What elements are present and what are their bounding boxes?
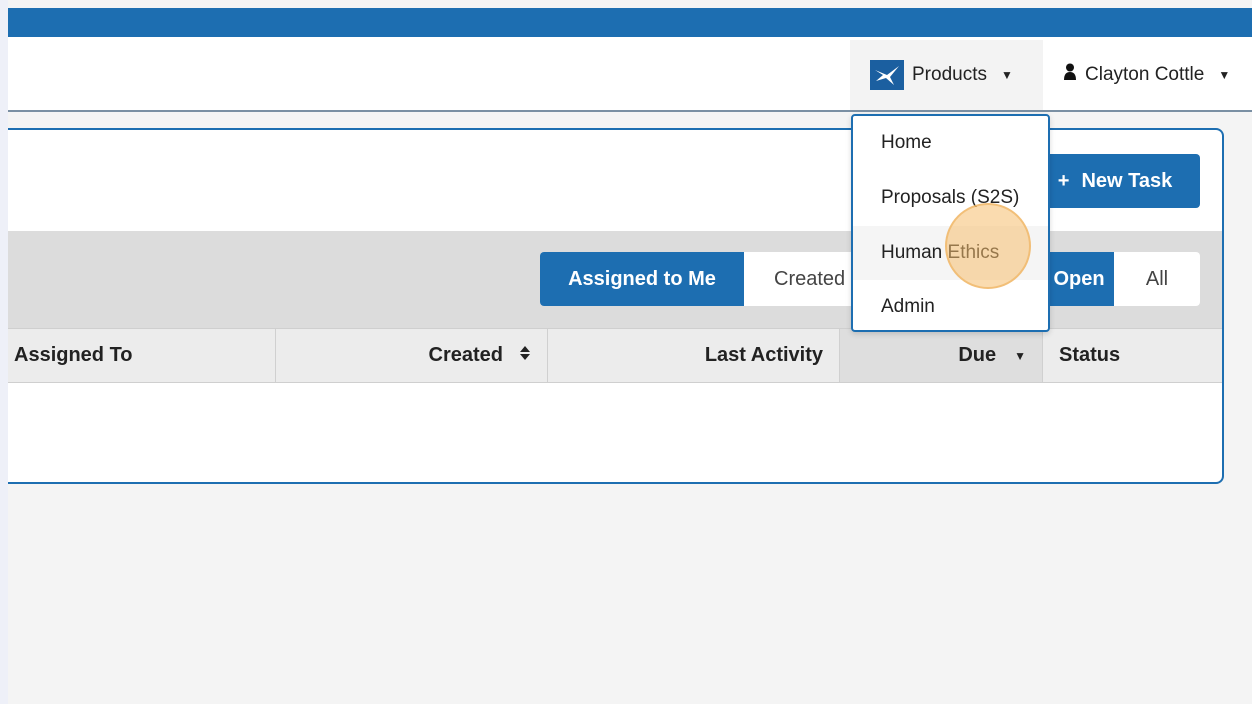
table-header-row: Assigned To Created Last Activity Due ▼ … <box>8 328 1222 383</box>
column-assigned-to[interactable]: Assigned To <box>8 329 276 382</box>
chevron-down-icon: ▼ <box>1000 68 1013 82</box>
filter-assigned-to-me[interactable]: Assigned to Me <box>540 252 744 306</box>
menu-item-admin[interactable]: Admin <box>853 280 1048 334</box>
column-label: Created <box>428 344 503 366</box>
user-menu-toggle[interactable]: Clayton Cottle ▼ <box>1063 40 1252 110</box>
sort-icon <box>519 344 531 367</box>
column-status[interactable]: Status <box>1043 329 1222 382</box>
column-label: Status <box>1059 344 1121 366</box>
column-last-activity[interactable]: Last Activity <box>548 329 840 382</box>
new-task-label: New Task <box>1081 169 1173 192</box>
new-task-button[interactable]: + New Task <box>1030 154 1200 208</box>
menu-item-human-ethics[interactable]: Human Ethics <box>853 226 1048 280</box>
top-color-bar <box>8 8 1252 37</box>
filter-open[interactable]: Open <box>1044 252 1114 306</box>
products-logo-icon <box>870 60 904 90</box>
column-created[interactable]: Created <box>276 329 548 382</box>
column-due[interactable]: Due ▼ <box>840 329 1043 382</box>
menu-item-home[interactable]: Home <box>853 116 1048 170</box>
products-dropdown-menu: Home Proposals (S2S) Human Ethics Admin <box>851 114 1050 332</box>
menu-item-proposals[interactable]: Proposals (S2S) <box>853 171 1048 225</box>
column-label: Last Activity <box>704 344 823 366</box>
products-label: Products <box>912 64 987 85</box>
user-name: Clayton Cottle <box>1085 64 1205 85</box>
filter-all[interactable]: All <box>1114 252 1200 306</box>
column-label: Assigned To <box>14 344 133 366</box>
sort-desc-icon: ▼ <box>1014 348 1026 363</box>
chevron-down-icon: ▼ <box>1218 68 1231 82</box>
products-menu-toggle[interactable]: Products ▼ <box>850 40 1043 110</box>
page-left-edge <box>0 0 8 704</box>
user-icon <box>1063 63 1077 87</box>
plus-icon: + <box>1057 169 1070 192</box>
column-label: Due <box>958 344 997 366</box>
